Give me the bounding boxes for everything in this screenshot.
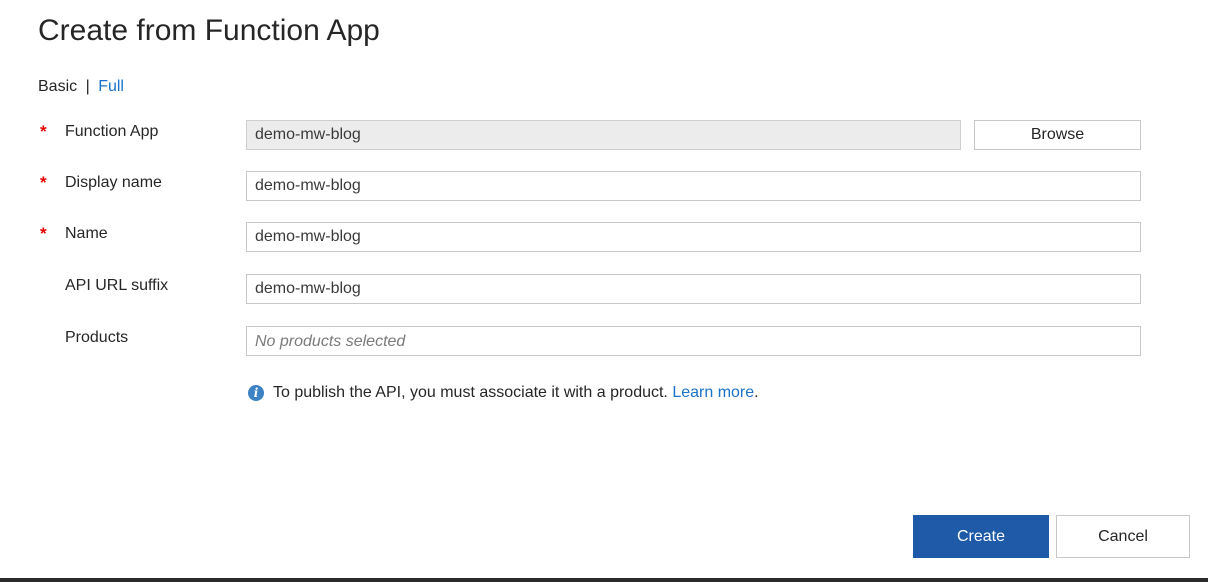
name-input[interactable] xyxy=(246,222,1141,252)
required-marker: * xyxy=(40,173,47,192)
dialog-title: Create from Function App xyxy=(38,14,380,47)
api-url-suffix-row: API URL suffix xyxy=(0,274,1208,306)
function-app-input[interactable] xyxy=(246,120,961,150)
api-url-suffix-label: API URL suffix xyxy=(65,277,169,294)
api-url-suffix-input[interactable] xyxy=(246,274,1141,304)
products-label: Products xyxy=(65,329,129,346)
mode-switch: Basic | Full xyxy=(38,78,124,96)
publish-info-text: To publish the API, you must associate i… xyxy=(273,384,668,401)
browse-button[interactable]: Browse xyxy=(974,120,1141,150)
create-button[interactable]: Create xyxy=(913,515,1049,558)
name-row: * Name xyxy=(0,222,1208,254)
bottom-border xyxy=(0,578,1208,582)
display-name-label: Display name xyxy=(65,174,162,191)
function-app-label: Function App xyxy=(65,123,159,140)
name-label: Name xyxy=(65,225,108,242)
mode-basic-label: Basic xyxy=(38,78,78,95)
mode-full-link[interactable]: Full xyxy=(98,78,124,95)
products-selector[interactable]: No products selected xyxy=(246,326,1141,356)
publish-info: i To publish the API, you must associate… xyxy=(248,384,759,402)
info-icon: i xyxy=(248,385,264,401)
learn-more-link[interactable]: Learn more xyxy=(672,384,754,402)
cancel-button[interactable]: Cancel xyxy=(1056,515,1190,558)
mode-separator: | xyxy=(85,78,90,95)
products-row: Products No products selected xyxy=(0,326,1208,358)
create-from-function-app-dialog: Create from Function App Basic | Full * … xyxy=(0,0,1208,578)
required-marker: * xyxy=(40,224,47,243)
publish-info-end: . xyxy=(754,384,759,401)
display-name-row: * Display name xyxy=(0,171,1208,203)
display-name-input[interactable] xyxy=(246,171,1141,201)
required-marker: * xyxy=(40,122,47,141)
function-app-row: * Function App Browse xyxy=(0,120,1208,152)
